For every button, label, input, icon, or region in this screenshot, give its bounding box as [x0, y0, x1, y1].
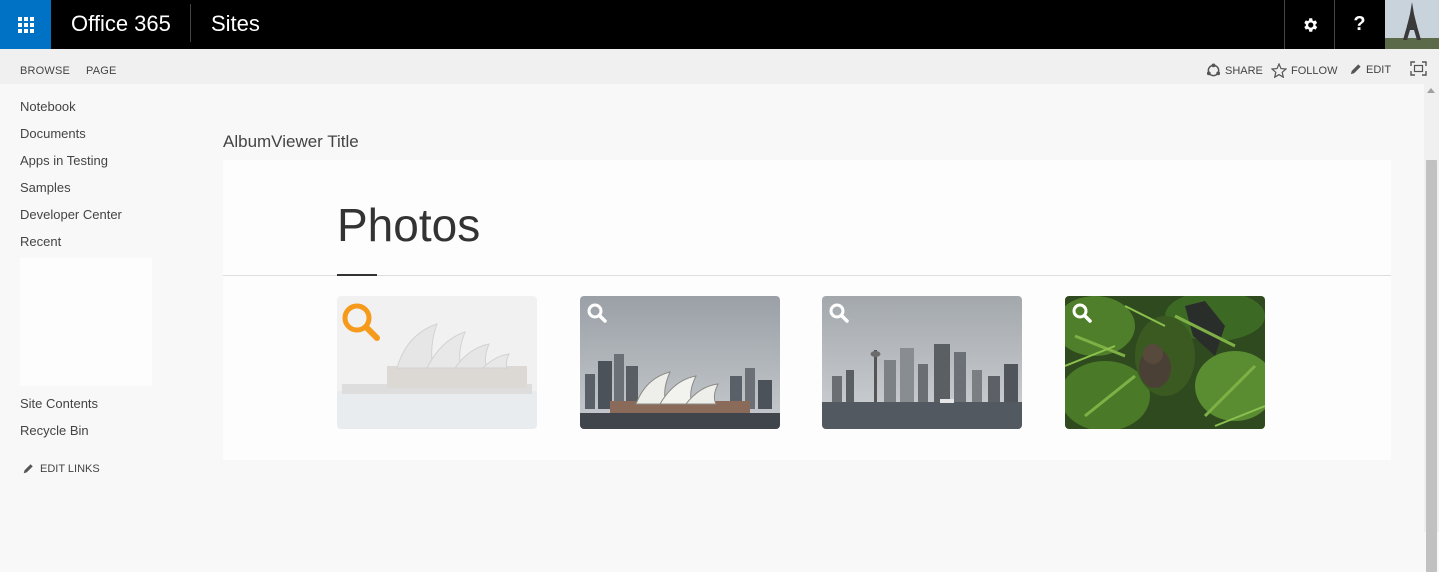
nav-item-documents[interactable]: Documents [20, 126, 86, 141]
help-button[interactable]: ? [1334, 0, 1384, 49]
tab-page[interactable]: PAGE [86, 65, 117, 77]
photo-thumbnail-3[interactable] [822, 296, 1022, 429]
nav-item-samples[interactable]: Samples [20, 180, 71, 195]
edit-label: EDIT [1366, 63, 1392, 76]
tab-browse[interactable]: BROWSE [20, 65, 70, 77]
suite-bar: Office 365 Sites ? [0, 0, 1439, 49]
nav-item-developer-center[interactable]: Developer Center [20, 207, 122, 222]
focus-mode-icon [1410, 61, 1427, 76]
nav-item-notebook[interactable]: Notebook [20, 99, 76, 114]
avatar[interactable] [1385, 0, 1439, 49]
nav-item-recycle-bin[interactable]: Recycle Bin [20, 423, 89, 438]
pencil-icon [23, 464, 33, 474]
focus-mode-button[interactable] [1410, 61, 1427, 76]
share-button[interactable]: SHARE [1206, 63, 1263, 78]
recent-list-placeholder [20, 258, 152, 386]
search-icon [587, 303, 607, 323]
brand-link[interactable]: Office 365 [71, 11, 171, 37]
settings-button[interactable] [1284, 0, 1334, 49]
photos-heading: Photos [337, 199, 481, 251]
sites-link[interactable]: Sites [211, 11, 260, 37]
scrollbar-thumb[interactable] [1426, 160, 1437, 572]
pencil-icon [1350, 64, 1361, 75]
nav-item-site-contents[interactable]: Site Contents [20, 396, 98, 411]
heading-divider [223, 275, 1391, 276]
photo-thumbnail-2[interactable] [580, 296, 780, 429]
photo-thumbnail-1[interactable] [337, 296, 537, 429]
city-skyline-photo [822, 296, 1022, 429]
share-icon [1206, 63, 1221, 77]
waffle-icon [17, 16, 34, 33]
scroll-up-arrow-icon[interactable] [1427, 88, 1435, 93]
nav-item-apps-in-testing[interactable]: Apps in Testing [20, 153, 108, 168]
heading-accent [337, 274, 377, 276]
nav-item-recent[interactable]: Recent [20, 234, 61, 249]
gear-icon [1303, 17, 1317, 32]
edit-button[interactable]: EDIT [1349, 63, 1391, 76]
app-launcher-button[interactable] [0, 0, 51, 49]
opera-house-skyline-photo [580, 296, 780, 429]
follow-label: FOLLOW [1291, 64, 1338, 77]
photo-thumbnail-4[interactable] [1065, 296, 1265, 429]
ribbon: BROWSE PAGE SHARE FOLLOW EDIT [0, 49, 1439, 84]
search-icon [342, 303, 380, 341]
search-icon [829, 303, 849, 323]
star-icon [1271, 63, 1287, 78]
follow-button[interactable]: FOLLOW [1271, 63, 1337, 78]
koala-photo [1065, 296, 1265, 429]
search-icon [1072, 303, 1092, 323]
vertical-scrollbar[interactable] [1424, 84, 1439, 572]
share-label: SHARE [1225, 64, 1263, 77]
eiffel-tower-photo [1385, 0, 1439, 49]
page-title: AlbumViewer Title [223, 132, 359, 151]
edit-links-button[interactable]: EDIT LINKS [22, 463, 100, 475]
edit-links-label: EDIT LINKS [40, 463, 100, 475]
suite-divider [190, 4, 191, 42]
